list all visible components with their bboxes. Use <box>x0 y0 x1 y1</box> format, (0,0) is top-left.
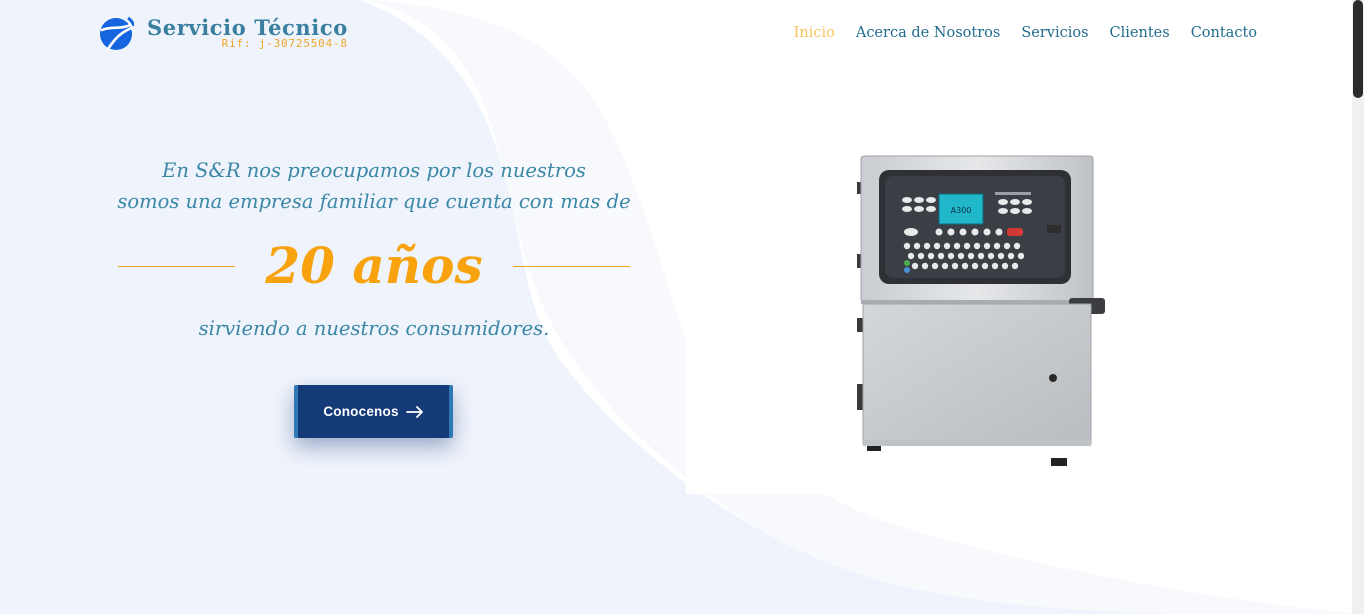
arrow-right-icon <box>405 405 424 418</box>
scrollbar-thumb[interactable] <box>1353 0 1363 98</box>
nav-item-contacto[interactable]: Contacto <box>1191 25 1257 41</box>
page-scrollbar[interactable] <box>1352 0 1364 614</box>
globe-swoosh-icon <box>100 16 134 51</box>
divider-left <box>118 265 236 267</box>
hero-section: En S&R nos preocupamos por los nuestros … <box>110 155 638 344</box>
nav-item-acerca[interactable]: Acerca de Nosotros <box>856 25 1000 41</box>
years-highlight-row: 20 años <box>110 229 638 303</box>
hero-line-3: sirviendo a nuestros consumidores. <box>198 317 550 340</box>
nav-item-inicio[interactable]: Inicio <box>794 25 835 41</box>
cta-label: Conocenos <box>323 404 399 419</box>
divider-right <box>512 265 630 267</box>
machine-screen-text: A300 <box>951 206 972 215</box>
brand-logo[interactable]: Servicio Técnico Rif: j-30725504-8 <box>100 14 348 52</box>
years-highlight: 20 años <box>265 236 483 295</box>
hero-line-1: En S&R nos preocupamos por los nuestros <box>162 159 586 182</box>
hero-line-2: somos una empresa familiar que cuenta co… <box>117 190 631 213</box>
conocenos-button[interactable]: Conocenos <box>294 385 453 438</box>
main-nav: Inicio Acerca de Nosotros Servicios Clie… <box>773 25 1257 41</box>
inkjet-printer-machine-image: A300 <box>857 155 1105 466</box>
nav-item-clientes[interactable]: Clientes <box>1110 25 1170 41</box>
nav-item-servicios[interactable]: Servicios <box>1021 25 1088 41</box>
